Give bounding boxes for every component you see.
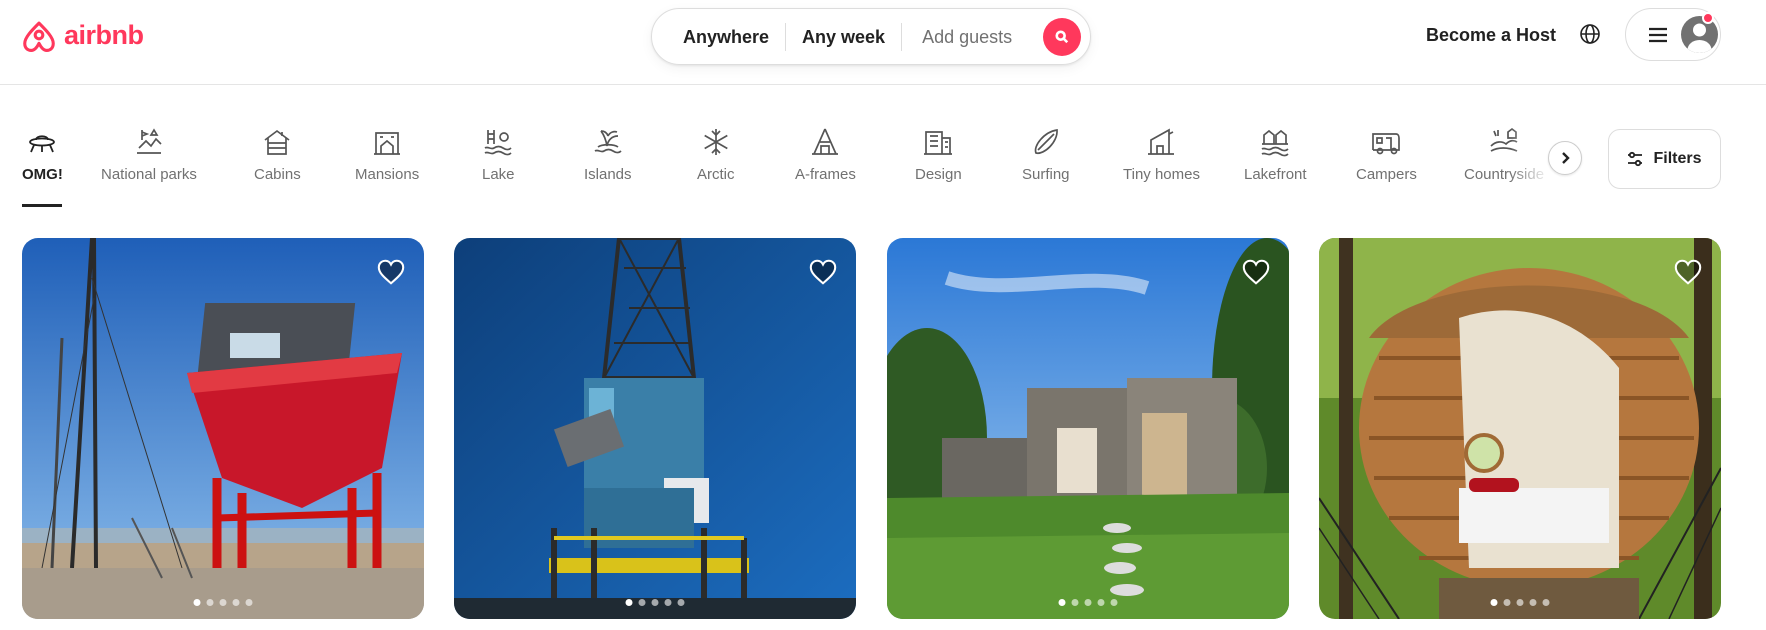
carousel-dot[interactable] <box>1529 599 1537 606</box>
surfboard-icon <box>1034 129 1058 154</box>
category-lake[interactable]: Lake <box>482 126 515 183</box>
category-tiny-homes[interactable]: Tiny homes <box>1123 126 1200 183</box>
tiny-home-icon <box>1148 128 1175 155</box>
category-next-button[interactable] <box>1548 141 1582 175</box>
airbnb-belo-icon <box>23 21 55 52</box>
category-label: OMG! <box>22 166 63 183</box>
category-islands[interactable]: Islands <box>584 126 632 183</box>
heart-icon[interactable] <box>1241 257 1271 287</box>
snowflake-icon <box>704 129 728 155</box>
photo-carousel-dots <box>1490 599 1550 606</box>
notification-badge <box>1702 12 1714 24</box>
heart-icon[interactable] <box>1673 257 1703 287</box>
photo-carousel-dots <box>193 599 253 606</box>
carousel-dot[interactable] <box>1071 599 1079 606</box>
search-guests[interactable]: Add guests <box>902 23 1028 51</box>
island-icon <box>594 130 622 154</box>
carousel-dot[interactable] <box>625 599 633 606</box>
category-mansions[interactable]: Mansions <box>355 126 419 183</box>
carousel-dot[interactable] <box>638 599 646 606</box>
active-category-indicator <box>22 204 62 207</box>
carousel-dot[interactable] <box>206 599 214 606</box>
category-national-parks[interactable]: National parks <box>101 126 197 183</box>
listing-card[interactable] <box>454 238 856 619</box>
chevron-right-icon <box>1562 152 1570 164</box>
search-icon <box>1055 30 1069 44</box>
photo-carousel-dots <box>1058 599 1118 606</box>
search-when[interactable]: Any week <box>785 22 903 51</box>
carousel-dot[interactable] <box>1084 599 1092 606</box>
listing-card[interactable] <box>887 238 1289 619</box>
category-label: Surfing <box>1022 166 1070 183</box>
carousel-dot[interactable] <box>1110 599 1118 606</box>
lake-icon <box>484 130 512 156</box>
carousel-dot[interactable] <box>1490 599 1498 606</box>
cabin-icon <box>264 129 290 155</box>
search-where[interactable]: Anywhere <box>652 23 785 51</box>
carousel-dot[interactable] <box>1542 599 1550 606</box>
camper-icon <box>1372 133 1401 155</box>
category-label: Mansions <box>355 166 420 183</box>
carousel-dot[interactable] <box>193 599 201 606</box>
search-button[interactable] <box>1043 18 1081 56</box>
ufo-icon <box>29 135 56 153</box>
a-frame-icon <box>812 128 839 155</box>
category-surfing[interactable]: Surfing <box>1022 126 1070 183</box>
listing-card[interactable] <box>1319 238 1721 619</box>
round-wooden-houses-garden-photo <box>887 238 1289 619</box>
filters-button[interactable]: Filters <box>1608 129 1721 189</box>
filters-label: Filters <box>1653 150 1702 167</box>
airbnb-logo[interactable]: airbnb <box>20 14 144 56</box>
category-cabins[interactable]: Cabins <box>254 126 301 183</box>
category-label: Cabins <box>254 166 301 183</box>
category-scroll-fade <box>1510 110 1550 210</box>
carousel-dot[interactable] <box>677 599 685 606</box>
category-label: Arctic <box>697 166 735 183</box>
category-bar: OMG! National parks Cabins Mansions Lake… <box>0 110 1766 210</box>
carousel-dot[interactable] <box>651 599 659 606</box>
category-label: Tiny homes <box>1123 166 1200 183</box>
category-label: Islands <box>584 166 632 183</box>
category-a-frames[interactable]: A-frames <box>795 126 856 183</box>
category-campers[interactable]: Campers <box>1356 126 1417 183</box>
category-design[interactable]: Design <box>915 126 962 183</box>
category-label: Lake <box>482 166 515 183</box>
hamburger-menu-icon <box>1649 27 1667 42</box>
become-a-host-link[interactable]: Become a Host <box>1424 21 1558 50</box>
top-header: airbnb Anywhere Any week Add guests Beco… <box>0 0 1766 85</box>
category-lakefront[interactable]: Lakefront <box>1244 126 1307 183</box>
lakefront-icon <box>1261 129 1289 157</box>
carousel-dot[interactable] <box>219 599 227 606</box>
photo-carousel-dots <box>625 599 685 606</box>
carousel-dot[interactable] <box>245 599 253 606</box>
sliders-icon <box>1628 151 1643 167</box>
globe-icon[interactable] <box>1578 22 1602 46</box>
carousel-dot[interactable] <box>1516 599 1524 606</box>
blue-harbor-crane-photo <box>454 238 856 619</box>
category-omg[interactable]: OMG! <box>22 126 63 183</box>
carousel-dot[interactable] <box>1503 599 1511 606</box>
category-label: National parks <box>101 166 197 183</box>
category-label: Design <box>915 166 962 183</box>
brand-name: airbnb <box>64 19 144 50</box>
heart-icon[interactable] <box>376 257 406 287</box>
category-label: A-frames <box>795 166 856 183</box>
national-park-icon <box>136 128 162 154</box>
design-building-icon <box>924 131 953 155</box>
carousel-dot[interactable] <box>1058 599 1066 606</box>
mansion-icon <box>374 132 401 155</box>
red-crane-cabin-harbor-photo <box>22 238 424 619</box>
listing-card[interactable] <box>22 238 424 619</box>
carousel-dot[interactable] <box>1097 599 1105 606</box>
carousel-dot[interactable] <box>664 599 672 606</box>
heart-icon[interactable] <box>808 257 838 287</box>
carousel-dot[interactable] <box>232 599 240 606</box>
category-arctic[interactable]: Arctic <box>697 126 735 183</box>
category-label: Campers <box>1356 166 1417 183</box>
shingled-treehouse-pod-photo <box>1319 238 1721 619</box>
category-label: Lakefront <box>1244 166 1307 183</box>
search-bar[interactable]: Anywhere Any week Add guests <box>651 8 1091 65</box>
